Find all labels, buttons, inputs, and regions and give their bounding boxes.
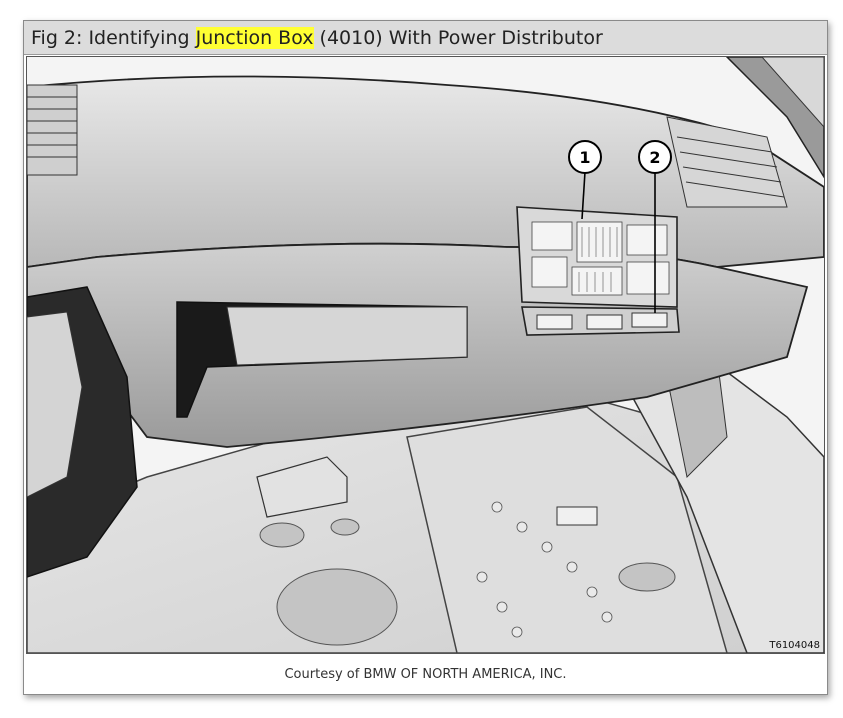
callout-1-label: 1: [579, 148, 590, 167]
title-suffix: (4010) With Power Distributor: [313, 27, 603, 49]
callout-2-label: 2: [649, 148, 660, 167]
title-prefix: Fig 2: Identifying: [31, 27, 196, 49]
figure-caption: Courtesy of BMW OF NORTH AMERICA, INC.: [284, 667, 567, 682]
title-highlight: Junction Box: [195, 27, 314, 49]
junction-box: [516, 206, 678, 308]
callout-2: 2: [638, 140, 672, 174]
figure-frame: Fig 2: Identifying Junction Box (4010) W…: [23, 20, 828, 695]
dashboard-illustration: 1 2 T6104048: [26, 56, 825, 654]
dashboard-drawing: 1 2: [27, 57, 824, 653]
figure-title: Fig 2: Identifying Junction Box (4010) W…: [24, 21, 827, 55]
callout-1: 1: [568, 140, 602, 174]
reference-code: T6104048: [769, 640, 820, 651]
